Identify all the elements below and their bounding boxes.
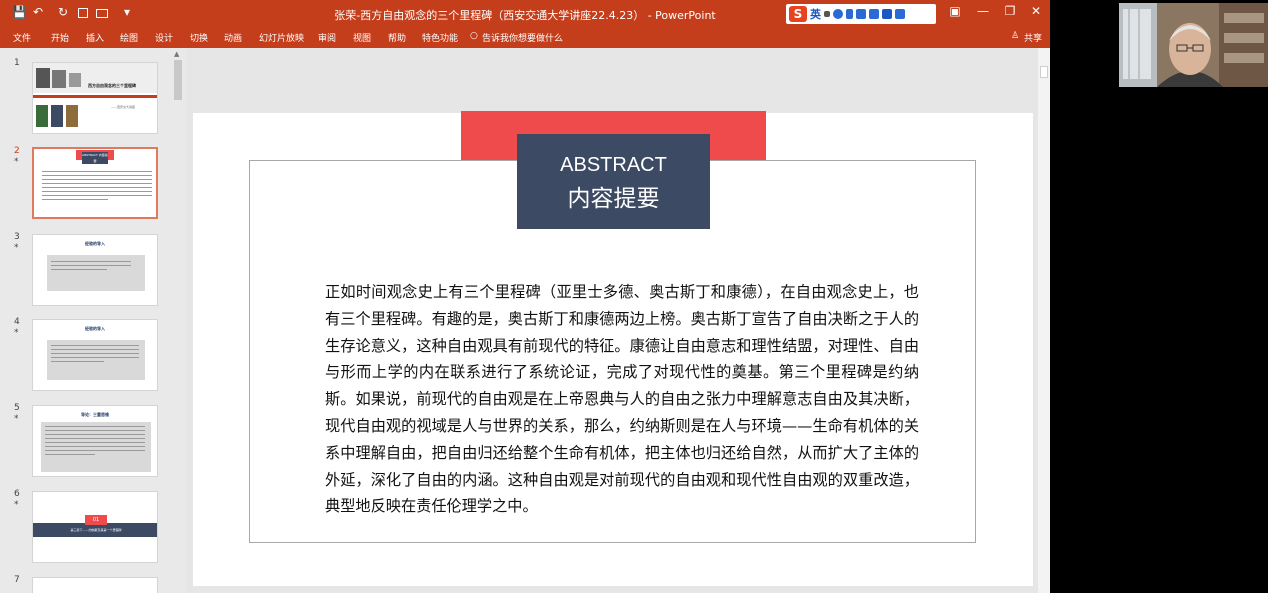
thumb-divider — [33, 95, 157, 98]
animation-star-icon: * — [14, 414, 19, 424]
heading-chinese: 内容提要 — [567, 186, 660, 212]
slide-number: 2 — [14, 146, 20, 156]
minimize-button[interactable]: — — [973, 4, 993, 18]
emoji-icon[interactable] — [833, 9, 843, 19]
slide-thumbnail-5[interactable]: 导论：三重思维 — [32, 405, 158, 477]
toolbox-icon[interactable] — [869, 9, 879, 19]
book-cover-image — [51, 105, 63, 127]
punctuation-icon[interactable] — [824, 11, 830, 17]
book-cover-image — [66, 105, 78, 127]
thumb-text-box — [41, 422, 151, 472]
thumb-text-box — [47, 340, 145, 380]
portrait-image — [52, 70, 66, 88]
share-button[interactable]: 共享 — [1024, 31, 1042, 44]
tab-animations[interactable]: 动画 — [224, 31, 242, 44]
tab-view[interactable]: 视图 — [353, 31, 371, 44]
tab-insert[interactable]: 插入 — [86, 31, 104, 44]
tab-home[interactable]: 开始 — [51, 31, 69, 44]
thumb-title: 经验的导入 — [85, 241, 105, 246]
tab-special-features[interactable]: 特色功能 — [422, 31, 458, 44]
webcam-video — [1119, 3, 1268, 87]
tab-design[interactable]: 设计 — [155, 31, 173, 44]
tab-draw[interactable]: 绘图 — [120, 31, 138, 44]
editor-scrollbar[interactable] — [1038, 48, 1050, 593]
heading-english: ABSTRACT — [560, 154, 667, 176]
lightbulb-icon: ○ — [470, 31, 478, 41]
skin-icon[interactable] — [882, 9, 892, 19]
close-button[interactable]: ✕ — [1026, 4, 1046, 18]
tell-me-search[interactable]: 告诉我你想要做什么 — [482, 31, 563, 44]
slide-number: 4 — [14, 317, 20, 327]
thumb-title: 西方自由观念的三个里程碑 — [88, 83, 136, 88]
slide-number: 6 — [14, 489, 20, 499]
voice-icon[interactable] — [846, 9, 853, 19]
slide-body-text[interactable]: 正如时间观念史上有三个里程碑（亚里士多德、奥古斯丁和康德），在自由观念史上，也有… — [325, 279, 919, 520]
restore-button[interactable]: ❐ — [1000, 4, 1020, 18]
slide-thumbnail-6[interactable]: 第三篇下——约纳斯及其第一个里程碑 01 — [32, 491, 158, 563]
animation-star-icon: * — [14, 157, 19, 167]
abstract-heading-box[interactable]: ABSTRACT 内容提要 — [517, 134, 710, 229]
grid-menu-icon[interactable] — [895, 9, 905, 19]
powerpoint-window: 💾 ↶ ↻ ▾ 张荣-西方自由观念的三个里程碑（西安交通大学讲座22.4.23）… — [0, 0, 1050, 593]
slide-number: 5 — [14, 403, 20, 413]
animation-star-icon: * — [14, 328, 19, 338]
thumbnail-scrollbar[interactable]: ▲ — [172, 48, 184, 593]
portrait-image — [69, 73, 81, 87]
slide-thumbnail-3[interactable]: 经验的导入 — [32, 234, 158, 306]
presenter-video-image — [1119, 3, 1268, 87]
thumb-text-box — [47, 255, 145, 291]
thumb-badge: 01 — [85, 515, 107, 525]
tab-help[interactable]: 帮助 — [388, 31, 406, 44]
slide-thumbnail-1[interactable]: 西方自由观念的三个里程碑 ——西安交大讲座 — [32, 62, 158, 134]
thumb-bar: 第三篇下——约纳斯及其第一个里程碑 — [33, 523, 157, 537]
scrollbar-thumb[interactable] — [1040, 66, 1048, 78]
slide-thumbnail-2[interactable]: ABSTRACT 内容提要 — [32, 147, 158, 219]
slide-number: 3 — [14, 232, 20, 242]
thumb-heading: ABSTRACT 内容提要 — [82, 152, 108, 164]
ribbon-display-icon[interactable]: ▣ — [945, 4, 965, 18]
thumb-body-text — [42, 171, 152, 203]
thumb-title: 经验的导入 — [85, 326, 105, 331]
book-cover-image — [36, 105, 48, 127]
tab-slideshow[interactable]: 幻灯片放映 — [259, 31, 304, 44]
scrollbar-thumb[interactable] — [174, 60, 182, 100]
thumb-title: 导论：三重思维 — [81, 412, 109, 417]
tab-review[interactable]: 审阅 — [318, 31, 336, 44]
slide-thumbnail-7[interactable] — [32, 577, 158, 593]
thumb-subtitle: ——西安交大讲座 — [111, 105, 136, 109]
person-icon: ♙ — [1011, 31, 1020, 41]
ime-toolbar[interactable]: S 英 — [786, 4, 936, 24]
ime-mode-label[interactable]: 英 — [810, 6, 821, 22]
title-bar: 💾 ↶ ↻ ▾ 张荣-西方自由观念的三个里程碑（西安交通大学讲座22.4.23）… — [0, 0, 1050, 28]
scroll-up-icon[interactable]: ▲ — [174, 50, 179, 58]
sogou-logo-icon[interactable]: S — [789, 6, 807, 22]
portrait-image — [36, 68, 50, 88]
tab-file[interactable]: 文件 — [13, 31, 31, 44]
slide-thumbnail-4[interactable]: 经验的导入 — [32, 319, 158, 391]
slide-number: 7 — [14, 575, 20, 585]
keyboard-icon[interactable] — [856, 9, 866, 19]
animation-star-icon: * — [14, 243, 19, 253]
ribbon-tabs: 文件 开始 插入 绘图 设计 切换 动画 幻灯片放映 审阅 视图 帮助 特色功能… — [0, 28, 1050, 48]
tab-transitions[interactable]: 切换 — [190, 31, 208, 44]
slide-number: 1 — [14, 58, 20, 68]
animation-star-icon: * — [14, 500, 19, 510]
